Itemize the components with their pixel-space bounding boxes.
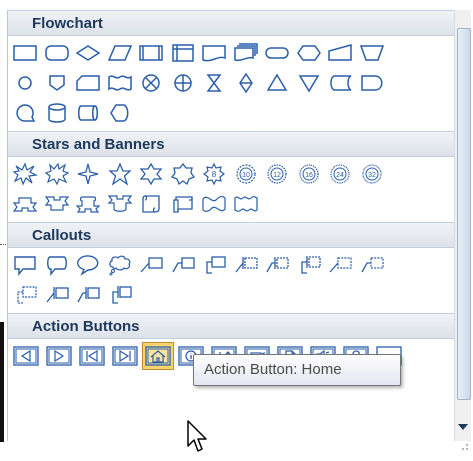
shape-line-callout-3-no-border[interactable] — [10, 281, 41, 309]
shape-rectangular-callout[interactable] — [10, 251, 41, 279]
tooltip: Action Button: Home — [193, 354, 401, 386]
shape-16-point-star[interactable]: 16 — [294, 160, 325, 188]
shape-line-callout-1-accent-bar[interactable] — [231, 251, 262, 279]
svg-text:24: 24 — [336, 172, 344, 179]
shape-direct-access-storage[interactable] — [73, 99, 104, 127]
shape-document[interactable] — [199, 39, 230, 67]
shape-manual-input[interactable] — [325, 39, 356, 67]
shape-explosion-1[interactable] — [10, 160, 41, 188]
action-button-back[interactable] — [10, 342, 42, 370]
shape-oval-callout[interactable] — [73, 251, 104, 279]
svg-text:12: 12 — [273, 172, 281, 179]
svg-text:32: 32 — [368, 172, 376, 179]
shape-vertical-scroll[interactable] — [136, 190, 167, 218]
shape-summing-junction[interactable] — [136, 69, 167, 97]
shape-up-ribbon[interactable] — [10, 190, 41, 218]
shape-internal-storage[interactable] — [168, 39, 199, 67]
shape-line-callout-2-border-and-accent[interactable] — [73, 281, 104, 309]
action-button-end[interactable] — [109, 342, 141, 370]
flowchart-grid — [8, 36, 455, 131]
shape-terminator[interactable] — [262, 39, 293, 67]
action-button-beginning[interactable] — [76, 342, 108, 370]
shape-line-callout-3-border-and-accent[interactable] — [105, 281, 136, 309]
callouts-grid — [8, 248, 455, 313]
resize-grip-icon[interactable] — [456, 441, 472, 459]
shape-5-point-star[interactable] — [105, 160, 136, 188]
shape-line-callout-2-accent-bar[interactable] — [262, 251, 293, 279]
shape-collate[interactable] — [199, 69, 230, 97]
svg-text:16: 16 — [305, 172, 313, 179]
shape-manual-operation[interactable] — [357, 39, 388, 67]
shape-display[interactable] — [105, 99, 136, 127]
scrollbar-thumb[interactable] — [457, 28, 471, 400]
shape-7-point-star[interactable] — [168, 160, 199, 188]
shape-extract[interactable] — [262, 69, 293, 97]
shape-line-callout-1-border-and-accent[interactable] — [42, 281, 73, 309]
action-button-forward[interactable] — [43, 342, 75, 370]
shape-line-callout-3[interactable] — [199, 251, 230, 279]
shape-alternate-process[interactable] — [42, 39, 73, 67]
shape-sort[interactable] — [231, 69, 262, 97]
shape-10-point-star[interactable]: 10 — [231, 160, 262, 188]
shape-line-callout-2[interactable] — [168, 251, 199, 279]
scroll-down-button[interactable] — [455, 415, 471, 439]
gallery-scrollbar[interactable] — [454, 10, 471, 441]
shape-12-point-star[interactable]: 12 — [262, 160, 293, 188]
shape-explosion-2[interactable] — [42, 160, 73, 188]
shape-8-point-star[interactable]: 8 — [199, 160, 230, 188]
chevron-down-icon — [458, 424, 468, 430]
shape-horizontal-scroll[interactable] — [168, 190, 199, 218]
shape-process[interactable] — [10, 39, 41, 67]
category-header-action-buttons: Action Buttons — [8, 313, 455, 339]
shape-curved-down-ribbon[interactable] — [105, 190, 136, 218]
svg-text:8: 8 — [212, 170, 217, 179]
shape-rounded-rectangular-callout[interactable] — [42, 251, 73, 279]
shape-double-wave[interactable] — [231, 190, 262, 218]
shape-offpage-connector[interactable] — [42, 69, 73, 97]
category-header-stars-and-banners: Stars and Banners — [8, 131, 455, 157]
shape-line-callout-3-accent-bar[interactable] — [294, 251, 325, 279]
shape-magnetic-disk[interactable] — [42, 99, 73, 127]
shape-32-point-star[interactable]: 32 — [357, 160, 388, 188]
shape-cloud-callout[interactable] — [105, 251, 136, 279]
shape-multidocument[interactable] — [231, 39, 262, 67]
action-button-home[interactable] — [142, 342, 174, 370]
shape-24-point-star[interactable]: 24 — [325, 160, 356, 188]
shape-4-point-star[interactable] — [73, 160, 104, 188]
shape-sequential-access-storage[interactable] — [10, 99, 41, 127]
category-header-flowchart: Flowchart — [8, 10, 455, 36]
shape-predefined-process[interactable] — [136, 39, 167, 67]
shape-card[interactable] — [73, 69, 104, 97]
svg-text:10: 10 — [242, 172, 250, 179]
shape-connector[interactable] — [10, 69, 41, 97]
shape-merge[interactable] — [294, 69, 325, 97]
mouse-pointer-icon — [187, 420, 207, 452]
shape-curved-up-ribbon[interactable] — [73, 190, 104, 218]
shape-data[interactable] — [105, 39, 136, 67]
left-edge — [0, 0, 7, 461]
shape-line-callout-1-no-border[interactable] — [325, 251, 356, 279]
shape-decision[interactable] — [73, 39, 104, 67]
shape-stored-data[interactable] — [325, 69, 356, 97]
shape-or[interactable] — [168, 69, 199, 97]
shape-wave[interactable] — [199, 190, 230, 218]
category-header-callouts: Callouts — [8, 222, 455, 248]
shape-line-callout-1[interactable] — [136, 251, 167, 279]
shape-6-point-star[interactable] — [136, 160, 167, 188]
shape-punched-tape[interactable] — [105, 69, 136, 97]
shape-delay[interactable] — [357, 69, 388, 97]
stars-grid: 8 10 12 16 24 32 — [8, 157, 455, 222]
shape-line-callout-2-no-border[interactable] — [357, 251, 388, 279]
shape-preparation[interactable] — [294, 39, 325, 67]
shape-down-ribbon[interactable] — [42, 190, 73, 218]
